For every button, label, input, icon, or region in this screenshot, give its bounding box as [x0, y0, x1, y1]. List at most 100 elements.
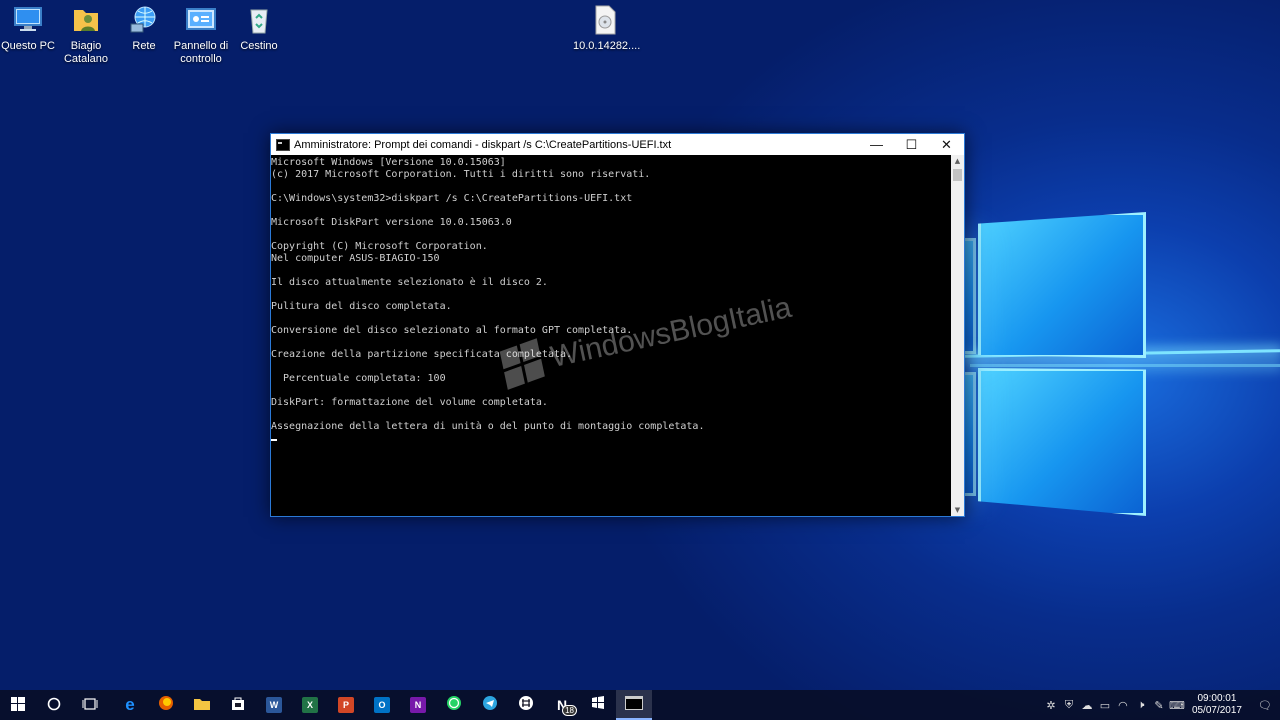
notification-badge: 18 — [562, 705, 577, 716]
task-view-button[interactable] — [72, 690, 108, 720]
console-line: Pulitura del disco completata. — [271, 301, 452, 312]
desktop-icon-label: Questo PC — [1, 40, 55, 52]
desktop-icon-control-panel[interactable]: Pannello di controllo — [169, 4, 233, 66]
windows-logo-pane — [978, 212, 1146, 358]
windows-logo-pane — [978, 368, 1146, 516]
scroll-up-icon[interactable]: ▲ — [951, 155, 964, 167]
pen-icon[interactable]: ✎ — [1150, 699, 1168, 712]
desktop-icon-label: 10.0.14282.... — [573, 40, 641, 52]
disc-image-file-icon — [589, 4, 621, 36]
desktop-icon-label: Rete — [132, 40, 156, 52]
command-prompt[interactable] — [616, 690, 652, 720]
word-icon: W — [266, 697, 282, 713]
powerpoint[interactable]: P — [328, 690, 364, 720]
clock-date: 05/07/2017 — [1191, 705, 1242, 716]
console-line: Nel computer ASUS-BIAGIO-150 — [271, 253, 440, 264]
telegram[interactable] — [472, 690, 508, 720]
slack-icon — [518, 695, 534, 715]
edge-e-icon: e — [125, 695, 135, 714]
firefox-icon — [158, 695, 174, 715]
text-cursor — [271, 433, 950, 445]
store-bag-icon — [230, 695, 246, 715]
console-line: Microsoft Windows [Versione 10.0.15063] — [271, 157, 506, 168]
telegram-icon — [482, 695, 498, 715]
outlook-icon: O — [374, 697, 390, 713]
start-button[interactable] — [0, 690, 36, 720]
slack[interactable] — [508, 690, 544, 720]
desktop-icon-this-pc[interactable]: Questo PC — [0, 4, 60, 53]
clock-time: 09:00:01 — [1197, 693, 1237, 704]
action-center-icon[interactable]: 🗨 — [1250, 699, 1280, 712]
maximize-icon: ☐ — [905, 136, 918, 152]
desktop-icon-network[interactable]: Rete — [112, 4, 176, 53]
keyboard-icon[interactable]: ⌨ — [1168, 699, 1186, 712]
window-titlebar[interactable]: Amministratore: Prompt dei comandi - dis… — [271, 134, 964, 155]
battery-icon[interactable]: ▭ — [1096, 699, 1114, 712]
windows-logo-icon — [11, 696, 25, 715]
computer-icon — [12, 4, 44, 36]
onenote[interactable]: N — [400, 690, 436, 720]
console-line: C:\Windows\system32>diskpart /s C:\Creat… — [271, 193, 633, 204]
whatsapp[interactable] — [436, 690, 472, 720]
windows-flag-icon — [590, 695, 606, 715]
clock[interactable]: 09:00:01 05/07/2017 — [1192, 693, 1242, 717]
powerpoint-icon: P — [338, 697, 354, 713]
console-line: Assegnazione della lettera di unità o de… — [271, 421, 705, 432]
shield-icon[interactable]: ⛨ — [1060, 699, 1078, 712]
console-line: Il disco attualmente selezionato è il di… — [271, 277, 548, 288]
network-globe-icon — [128, 4, 160, 36]
taskbar: e W X P O N N 18 ✲ ⛨ ☁ ▭ ◠ 🕨 ✎ ⌨ 09:00:01 05/07… — [0, 690, 1280, 720]
window-title: Amministratore: Prompt dei comandi - dis… — [294, 138, 672, 151]
onedrive-cloud-icon[interactable]: ☁ — [1078, 699, 1096, 712]
outlook[interactable]: O — [364, 690, 400, 720]
cmd-icon — [276, 138, 290, 151]
firefox[interactable] — [148, 690, 184, 720]
system-tray: ✲ ⛨ ☁ ▭ ◠ 🕨 ✎ ⌨ 09:00:01 05/07/2017 🗨 — [1042, 690, 1280, 720]
recycle-bin-icon — [243, 4, 275, 36]
word[interactable]: W — [256, 690, 292, 720]
scroll-thumb[interactable] — [953, 169, 962, 181]
excel[interactable]: X — [292, 690, 328, 720]
minimize-icon: — — [870, 137, 883, 152]
onenote-icon: N — [410, 697, 426, 713]
light-beam — [970, 364, 1280, 367]
file-explorer[interactable] — [184, 690, 220, 720]
console-line: (c) 2017 Microsoft Corporation. Tutti i … — [271, 169, 651, 180]
close-icon: ✕ — [941, 136, 952, 152]
maximize-button[interactable]: ☐ — [894, 134, 929, 155]
close-button[interactable]: ✕ — [929, 134, 964, 155]
edge[interactable]: e — [112, 690, 148, 720]
windows-app[interactable] — [580, 690, 616, 720]
cortana-circle-icon — [47, 696, 61, 715]
task-view-icon — [82, 696, 98, 715]
desktop-icon-label: Cestino — [240, 40, 278, 52]
vertical-scrollbar[interactable]: ▲ ▼ — [951, 155, 964, 516]
folder-icon — [193, 696, 211, 715]
desktop-icon-label: Biagio Catalano — [63, 40, 109, 65]
wifi-icon[interactable]: ◠ — [1114, 699, 1132, 712]
gear-icon[interactable]: ✲ — [1042, 699, 1060, 712]
desktop-icon-recycle-bin[interactable]: Cestino — [227, 4, 291, 53]
console-line: Copyright (C) Microsoft Corporation. — [271, 241, 488, 252]
store[interactable] — [220, 690, 256, 720]
control-panel-icon — [185, 4, 217, 36]
whatsapp-icon — [446, 695, 462, 715]
desktop-icon-user-folder[interactable]: Biagio Catalano — [54, 4, 118, 66]
notification-app[interactable]: N 18 — [544, 690, 580, 720]
scroll-down-icon[interactable]: ▼ — [951, 504, 964, 516]
cmd-icon — [625, 695, 643, 714]
user-folder-icon — [70, 4, 102, 36]
excel-icon: X — [302, 697, 318, 713]
desktop-icon-iso-file[interactable]: 10.0.14282.... — [573, 4, 641, 53]
minimize-button[interactable]: — — [859, 134, 894, 155]
volume-mute-icon[interactable]: 🕨 — [1132, 699, 1150, 712]
search-button[interactable] — [36, 690, 72, 720]
